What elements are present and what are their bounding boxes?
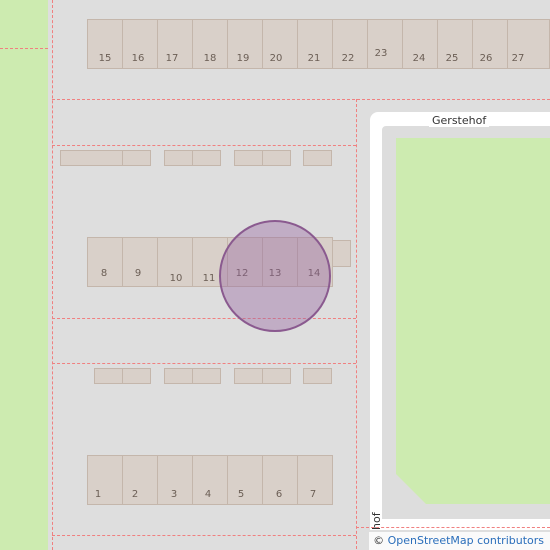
house-number: 20 <box>269 53 283 64</box>
house-number: 24 <box>412 53 426 64</box>
shed <box>60 150 123 166</box>
house-number: 26 <box>479 53 493 64</box>
shed <box>262 150 291 166</box>
house-number: 8 <box>100 268 108 279</box>
house-number: 18 <box>203 53 217 64</box>
boundary-line <box>356 527 550 528</box>
house-number: 2 <box>131 489 139 500</box>
boundary-line <box>52 535 356 536</box>
shed <box>303 368 332 384</box>
house-number: 16 <box>131 53 145 64</box>
street-label-vertical: hof <box>370 512 383 530</box>
house-number: 23 <box>374 48 388 59</box>
house-number: 7 <box>309 489 317 500</box>
boundary-line <box>52 0 53 550</box>
house-number: 1 <box>94 489 102 500</box>
shed <box>122 368 151 384</box>
house-number: 19 <box>236 53 250 64</box>
house-number: 17 <box>165 53 179 64</box>
grass-strip-left <box>0 0 48 550</box>
building <box>332 240 351 267</box>
shed <box>192 368 221 384</box>
house-number: 22 <box>341 53 355 64</box>
street-label-gerstehof: Gerstehof <box>429 114 490 127</box>
location-marker[interactable] <box>219 220 331 332</box>
sports-field <box>396 138 550 504</box>
building <box>367 19 403 69</box>
house-number: 9 <box>134 268 142 279</box>
house-number: 15 <box>98 53 112 64</box>
house-number: 5 <box>237 489 245 500</box>
boundary-line <box>52 99 550 100</box>
shed <box>94 368 123 384</box>
shed <box>234 150 263 166</box>
boundary-line <box>356 99 357 549</box>
map-canvas[interactable]: 15 16 17 18 19 20 21 22 23 24 25 26 27 8… <box>0 0 550 550</box>
attribution-link[interactable]: OpenStreetMap contributors <box>388 534 544 547</box>
boundary-line <box>52 363 356 364</box>
shed <box>234 368 263 384</box>
shed <box>192 150 221 166</box>
house-number: 6 <box>275 489 283 500</box>
house-number: 25 <box>445 53 459 64</box>
boundary-line <box>52 145 356 146</box>
shed <box>164 150 193 166</box>
house-number: 21 <box>307 53 321 64</box>
house-number: 27 <box>511 53 525 64</box>
house-number: 3 <box>170 489 178 500</box>
copyright-symbol: © <box>373 534 385 547</box>
house-number: 10 <box>169 273 183 284</box>
shed <box>164 368 193 384</box>
map-attribution[interactable]: © OpenStreetMap contributors <box>369 532 550 550</box>
shed <box>122 150 151 166</box>
shed <box>303 150 332 166</box>
house-number: 4 <box>204 489 212 500</box>
boundary-line <box>0 48 48 49</box>
shed <box>262 368 291 384</box>
